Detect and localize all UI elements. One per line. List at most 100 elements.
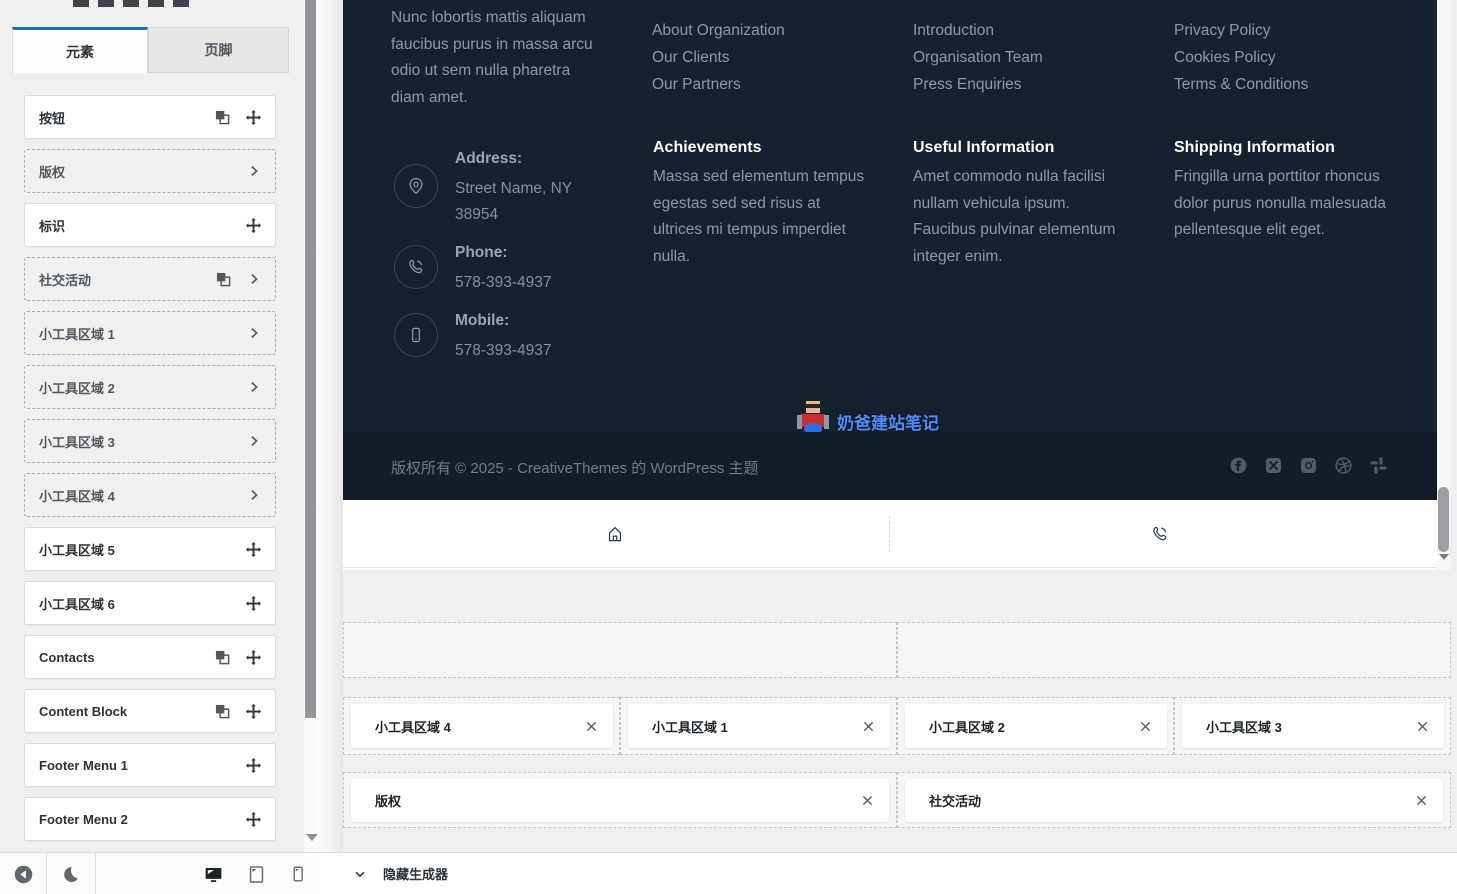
builder-widget-chip[interactable]: 社交活动 <box>905 779 1443 822</box>
tablet-icon <box>249 865 263 883</box>
close-icon[interactable] <box>1417 721 1428 732</box>
builder-row2-cell-2[interactable]: 小工具区域 1 <box>620 697 897 755</box>
contact-label: Mobile: <box>455 312 510 329</box>
tab-footer-label: 页脚 <box>204 42 233 58</box>
close-icon[interactable] <box>1140 721 1151 732</box>
sidebar-item-socials[interactable]: 社交活动 <box>24 257 276 301</box>
duplicate-icon[interactable] <box>215 110 230 125</box>
duplicate-icon[interactable] <box>216 272 231 287</box>
home-icon[interactable] <box>605 524 625 544</box>
instagram-icon[interactable] <box>1299 456 1318 475</box>
contact-icon-circle <box>394 245 438 289</box>
slack-icon[interactable] <box>1369 456 1388 475</box>
watermark-avatar <box>797 398 829 436</box>
hide-builder-label: 隐藏生成器 <box>383 867 449 882</box>
sidebar-item-widget-area-3[interactable]: 小工具区域 3 <box>24 419 276 463</box>
sidebar-item-label: 小工具区域 4 <box>39 488 115 504</box>
scrollbar-down-arrow-icon[interactable] <box>1439 554 1449 560</box>
move-icon[interactable] <box>246 595 261 611</box>
chevron-right-icon[interactable] <box>247 164 261 178</box>
sidebar-item-footer-menu-1[interactable]: Footer Menu 1 <box>24 743 276 787</box>
builder-widget-chip[interactable]: 小工具区域 3 <box>1182 704 1444 748</box>
sidebar-item-widget-area-1[interactable]: 小工具区域 1 <box>24 311 276 355</box>
sidebar-item-content-block[interactable]: Content Block <box>24 689 276 733</box>
builder-widget-chip[interactable]: 版权 <box>351 779 889 822</box>
footer-link[interactable]: Introduction <box>913 17 1043 44</box>
back-button[interactable] <box>12 863 34 885</box>
contact-value: Street Name, NY 38954 <box>455 180 572 223</box>
dark-mode-toggle[interactable] <box>59 863 81 885</box>
close-icon[interactable] <box>863 721 874 732</box>
sidebar-item-copyright[interactable]: 版权 <box>24 149 276 193</box>
footer-widget-strip <box>343 500 1437 568</box>
footer-link[interactable]: Press Enquiries <box>913 71 1043 98</box>
dribbble-icon[interactable] <box>1334 456 1353 475</box>
sidebar-scrollbar-thumb[interactable] <box>305 0 316 718</box>
hide-builder-button[interactable]: 隐藏生成器 <box>320 852 1457 894</box>
move-icon[interactable] <box>246 757 261 773</box>
close-icon[interactable] <box>862 795 873 806</box>
sidebar-item-label: Footer Menu 1 <box>39 757 128 773</box>
move-icon[interactable] <box>246 811 261 827</box>
builder-row2-cell-3[interactable]: 小工具区域 2 <box>897 697 1174 755</box>
sidebar-preview-divider <box>317 0 343 852</box>
sidebar-item-logo[interactable]: 标识 <box>24 203 276 247</box>
sidebar-item-widget-area-6[interactable]: 小工具区域 6 <box>24 581 276 625</box>
sidebar-item-footer-menu-2[interactable]: Footer Menu 2 <box>24 797 276 841</box>
duplicate-icon[interactable] <box>215 704 230 719</box>
builder-row1-cell-1[interactable] <box>343 622 897 678</box>
chevron-right-icon[interactable] <box>247 326 261 340</box>
sidebar-item-widget-area-2[interactable]: 小工具区域 2 <box>24 365 276 409</box>
close-icon[interactable] <box>586 721 597 732</box>
builder-row2-cell-4[interactable]: 小工具区域 3 <box>1174 697 1451 755</box>
device-tablet-button[interactable] <box>245 863 267 885</box>
footer-link[interactable]: Organisation Team <box>913 44 1043 71</box>
sidebar-item-label: Footer Menu 2 <box>39 811 128 827</box>
footer-link[interactable]: Terms & Conditions <box>1174 71 1308 98</box>
contact-value: 578-393-4937 <box>455 274 552 291</box>
footer-menu-company: Introduction Organisation Team Press Enq… <box>913 17 1043 98</box>
sidebar-item-widget-area-4[interactable]: 小工具区域 4 <box>24 473 276 517</box>
builder-widget-chip[interactable]: 小工具区域 1 <box>628 704 890 748</box>
footer-link[interactable]: About Organization <box>652 17 785 44</box>
footer-link[interactable]: Cookies Policy <box>1174 44 1308 71</box>
sidebar-item-widget-area-5[interactable]: 小工具区域 5 <box>24 527 276 571</box>
close-icon[interactable] <box>1416 795 1427 806</box>
sidebar-item-button[interactable]: 按钮 <box>24 95 276 139</box>
chevron-right-icon[interactable] <box>247 434 261 448</box>
preview-scrollbar[interactable] <box>1437 0 1450 570</box>
move-icon[interactable] <box>246 541 261 557</box>
tab-footer[interactable]: 页脚 <box>148 27 289 73</box>
phone-icon <box>409 259 423 274</box>
sidebar-item-contacts[interactable]: Contacts <box>24 635 276 679</box>
device-mobile-button[interactable] <box>287 863 309 885</box>
builder-row2-cell-1[interactable]: 小工具区域 4 <box>343 697 620 755</box>
facebook-icon[interactable] <box>1229 456 1248 475</box>
builder-widget-chip[interactable]: 小工具区域 2 <box>905 704 1167 748</box>
chevron-down-icon <box>355 871 365 877</box>
chevron-right-icon[interactable] <box>247 488 261 502</box>
move-icon[interactable] <box>246 649 261 665</box>
device-desktop-button[interactable] <box>202 863 224 885</box>
chip-label: 社交活动 <box>929 794 982 809</box>
footer-link[interactable]: Our Clients <box>652 44 785 71</box>
move-icon[interactable] <box>246 703 261 719</box>
phone-icon[interactable] <box>1150 524 1170 544</box>
preview-scrollbar-thumb[interactable] <box>1438 487 1449 552</box>
builder-row1-cell-2[interactable] <box>897 622 1451 678</box>
footer-link[interactable]: Privacy Policy <box>1174 17 1308 44</box>
chevron-right-icon[interactable] <box>247 380 261 394</box>
sidebar-item-label: 小工具区域 1 <box>39 326 115 342</box>
tab-elements[interactable]: 元素 <box>12 27 148 73</box>
footer-link[interactable]: Our Partners <box>652 71 785 98</box>
chevron-right-icon[interactable] <box>247 272 261 286</box>
duplicate-icon[interactable] <box>215 650 230 665</box>
tab-elements-label: 元素 <box>66 43 94 60</box>
x-icon[interactable] <box>1264 456 1283 475</box>
builder-widget-chip[interactable]: 小工具区域 4 <box>351 704 613 748</box>
move-icon[interactable] <box>246 109 261 125</box>
move-icon[interactable] <box>246 217 261 233</box>
builder-row3-cell-2[interactable]: 社交活动 <box>897 772 1451 828</box>
builder-row3-cell-1[interactable]: 版权 <box>343 772 897 828</box>
footer-section-text: Amet commodo nulla facilisi nullam vehic… <box>913 168 1116 265</box>
